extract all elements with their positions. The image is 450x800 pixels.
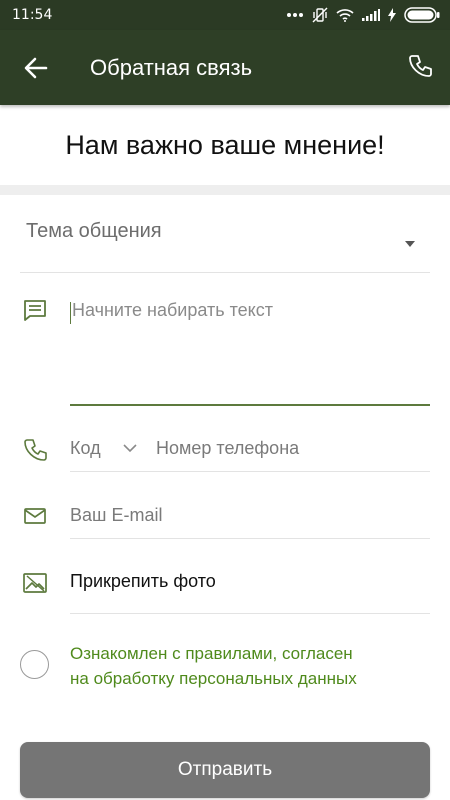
- topic-select[interactable]: Тема общения: [20, 195, 430, 273]
- chevron-down-icon[interactable]: [122, 442, 138, 454]
- mail-icon: [24, 508, 46, 524]
- message-placeholder: Начните набирать текст: [72, 300, 273, 320]
- text-caret: [70, 302, 71, 324]
- wifi-icon: [336, 9, 354, 22]
- attach-photo-button[interactable]: Прикрепить фото: [70, 559, 430, 614]
- section-divider: [0, 185, 450, 195]
- phone-number-input[interactable]: Номер телефона: [156, 438, 299, 459]
- phone-icon: [24, 439, 47, 461]
- phone-icon[interactable]: [406, 52, 434, 80]
- attach-photo-label: Прикрепить фото: [70, 571, 216, 591]
- feedback-heading: Нам важно ваше мнение!: [65, 129, 385, 160]
- phone-field: Код Номер телефона: [70, 425, 430, 472]
- charging-icon: [388, 8, 396, 22]
- muted-vibrate-icon: [312, 7, 328, 23]
- image-icon: [23, 573, 47, 593]
- agreement-text-line2: на обработку персональных данных: [70, 669, 357, 688]
- arrow-left-icon[interactable]: [22, 54, 50, 82]
- app-toolbar: Обратная связь: [0, 30, 450, 105]
- page-title: Обратная связь: [90, 55, 253, 80]
- submit-button[interactable]: Отправить: [20, 742, 430, 798]
- status-time: 11:54: [12, 7, 53, 23]
- agreement-checkbox[interactable]: [20, 650, 49, 679]
- message-field[interactable]: Начните набирать текст: [70, 290, 430, 406]
- status-bar: 11:54: [0, 0, 450, 30]
- agreement-text-line1: Ознакомлен с правилами, согласен: [70, 644, 353, 663]
- email-field[interactable]: Ваш E-mail: [70, 492, 430, 539]
- battery-icon: [404, 7, 440, 23]
- dropdown-arrow-icon: [405, 241, 415, 247]
- agreement-text[interactable]: Ознакомлен с правилами, согласен на обра…: [70, 641, 430, 691]
- topic-select-label: Тема общения: [26, 220, 162, 242]
- signal-icon: [362, 9, 380, 21]
- status-icons: [286, 7, 440, 23]
- email-placeholder: Ваш E-mail: [70, 505, 163, 525]
- dots-icon: [287, 13, 303, 17]
- country-code-select[interactable]: Код: [70, 438, 101, 459]
- message-icon: [24, 300, 46, 321]
